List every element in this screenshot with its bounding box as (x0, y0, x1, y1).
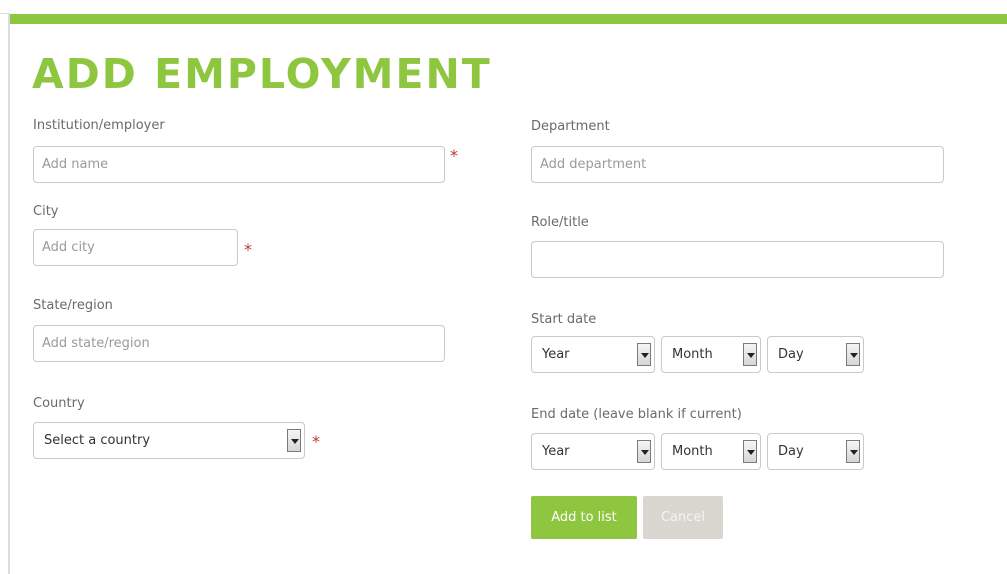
start-year-value: Year (542, 347, 570, 362)
end-month-select[interactable]: Month (661, 433, 761, 470)
start-year-select[interactable]: Year (531, 336, 655, 373)
end-day-select[interactable]: Day (767, 433, 864, 470)
chevron-down-icon[interactable] (743, 440, 757, 463)
city-input[interactable] (33, 229, 238, 266)
chevron-down-icon[interactable] (637, 343, 651, 366)
country-required-mark: * (312, 432, 320, 451)
country-label: Country (33, 396, 85, 411)
start-day-value: Day (778, 347, 804, 362)
chevron-down-icon[interactable] (743, 343, 757, 366)
chevron-down-icon[interactable] (846, 440, 860, 463)
start-month-select[interactable]: Month (661, 336, 761, 373)
country-select[interactable]: Select a country (33, 422, 305, 459)
institution-label: Institution/employer (33, 118, 165, 133)
end-date-label: End date (leave blank if current) (531, 407, 742, 422)
end-year-select[interactable]: Year (531, 433, 655, 470)
city-label: City (33, 204, 59, 219)
role-label: Role/title (531, 215, 589, 230)
country-select-value: Select a country (44, 433, 151, 448)
chevron-down-icon[interactable] (287, 429, 301, 452)
left-border (8, 14, 10, 574)
end-month-value: Month (672, 444, 713, 459)
state-input[interactable] (33, 325, 445, 362)
end-year-value: Year (542, 444, 570, 459)
department-label: Department (531, 119, 610, 134)
state-label: State/region (33, 298, 113, 313)
cancel-button[interactable]: Cancel (643, 496, 723, 539)
department-input[interactable] (531, 146, 944, 183)
city-required-mark: * (244, 240, 252, 259)
add-to-list-button[interactable]: Add to list (531, 496, 637, 539)
chevron-down-icon[interactable] (846, 343, 860, 366)
role-input[interactable] (531, 241, 944, 278)
start-month-value: Month (672, 347, 713, 362)
start-date-label: Start date (531, 312, 597, 327)
chevron-down-icon[interactable] (637, 440, 651, 463)
institution-input[interactable] (33, 146, 445, 183)
start-day-select[interactable]: Day (767, 336, 864, 373)
accent-bar (10, 14, 1007, 24)
page-title: ADD EMPLOYMENT (32, 50, 492, 98)
end-day-value: Day (778, 444, 804, 459)
institution-required-mark: * (450, 146, 458, 165)
